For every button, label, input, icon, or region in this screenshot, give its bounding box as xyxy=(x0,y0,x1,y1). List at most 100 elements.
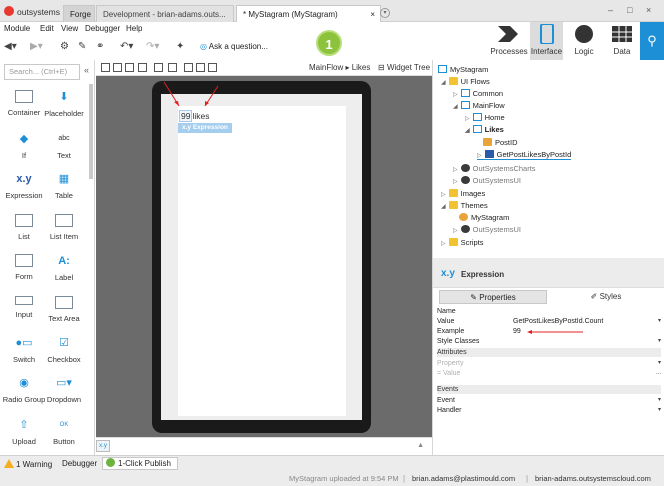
forward-icon[interactable]: ▶▾ xyxy=(30,41,43,52)
tree-os-charts[interactable]: ▷ OutSystemsCharts xyxy=(453,164,536,173)
tree-mainflow[interactable]: ◢ MainFlow xyxy=(453,101,505,110)
menu-help[interactable]: Help xyxy=(126,24,142,33)
widget-form[interactable]: Form xyxy=(2,252,46,281)
align-right-icon[interactable] xyxy=(208,63,217,72)
prop-row-attr-value[interactable]: = Value ... xyxy=(437,369,661,378)
expression-editor-button[interactable]: ... xyxy=(656,369,661,378)
tree-themes[interactable]: ◢ Themes xyxy=(441,201,488,210)
chevron-down-icon[interactable]: ▾ xyxy=(658,396,661,405)
expand-arrow-icon[interactable]: ◢ xyxy=(453,104,458,110)
widget-checkbox[interactable]: ☑ Checkbox xyxy=(42,334,86,364)
nav-processes[interactable]: Processes xyxy=(488,22,530,60)
tree-root[interactable]: MyStagram xyxy=(438,65,488,74)
image-icon[interactable] xyxy=(138,63,147,72)
settings-gear-icon[interactable]: ⚙ xyxy=(60,41,69,52)
back-icon[interactable]: ◀▾ xyxy=(4,41,17,52)
tree-likes[interactable]: ◢ Likes xyxy=(465,125,504,134)
expand-arrow-icon[interactable]: ▷ xyxy=(453,179,458,185)
menu-module[interactable]: Module xyxy=(4,24,30,33)
widget-button[interactable]: OK Button xyxy=(42,416,86,446)
search-icon[interactable]: ⚲ xyxy=(640,22,664,60)
widget-switch[interactable]: ●▭ Switch xyxy=(2,334,46,364)
prop-row-value[interactable]: Value GetPostLikesByPostId.Count ▾ xyxy=(437,317,661,326)
tab-forge[interactable]: Forge xyxy=(63,5,95,22)
expand-arrow-icon[interactable]: ◢ xyxy=(441,80,446,86)
prop-value-field[interactable]: GetPostLikesByPostId.Count xyxy=(513,317,603,326)
expand-arrow-icon[interactable]: ▷ xyxy=(441,192,446,198)
window-close-button[interactable]: × xyxy=(646,5,651,15)
publish-button[interactable]: 1 xyxy=(316,30,342,56)
tree-theme-mystagram[interactable]: MyStagram xyxy=(459,213,509,222)
tablet-preview-icon[interactable] xyxy=(113,63,122,72)
widget-upload[interactable]: ⇧ Upload xyxy=(2,416,46,446)
magic-icon[interactable]: ✦ xyxy=(176,41,184,52)
tree-os-ui[interactable]: ▷ OutSystemsUI xyxy=(453,176,521,185)
phone-preview-icon[interactable] xyxy=(101,63,110,72)
widget-input[interactable]: Input xyxy=(2,294,46,319)
tab-development[interactable]: Development - brian-adams.outs... xyxy=(96,5,234,22)
widget-expression[interactable]: x.y Expression xyxy=(2,170,46,200)
expand-arrow-icon[interactable]: ▷ xyxy=(465,116,470,122)
breadcrumb[interactable]: MainFlow ▸ Likes xyxy=(309,63,370,72)
ask-question-link[interactable]: ◎ Ask a question... xyxy=(200,42,268,51)
connect-icon[interactable]: ⚭ xyxy=(96,41,104,52)
screen-canvas[interactable]: 99 likes x.y Expression xyxy=(96,76,432,437)
widget-radio-group[interactable]: ◉ Radio Group xyxy=(2,374,46,404)
chevron-down-icon[interactable]: ▾ xyxy=(658,359,661,368)
widget-if[interactable]: ◆ If xyxy=(2,130,46,160)
restore-button[interactable]: □ xyxy=(627,5,632,15)
tree-ui-flows[interactable]: ◢ UI Flows xyxy=(441,77,490,86)
prop-row-style-classes[interactable]: Style Classes ▾ xyxy=(437,337,661,346)
desktop-preview-icon[interactable] xyxy=(125,63,134,72)
expand-arrow-icon[interactable]: ▷ xyxy=(477,153,482,159)
tree-images[interactable]: ▷ Images xyxy=(441,189,485,198)
debugger-tab[interactable]: Debugger xyxy=(62,459,97,468)
prop-row-name[interactable]: Name xyxy=(437,307,661,316)
chevron-down-icon[interactable]: ▾ xyxy=(658,337,661,346)
expand-arrow-icon[interactable]: ◢ xyxy=(441,204,446,210)
widget-list[interactable]: List xyxy=(2,212,46,241)
expand-arrow-icon[interactable]: ◢ xyxy=(465,128,470,134)
menu-edit[interactable]: Edit xyxy=(40,24,54,33)
tab-mystagram[interactable]: * MyStagram (MyStagram) × xyxy=(236,5,381,22)
tab-properties[interactable]: ✎ Properties xyxy=(439,290,547,304)
align-center-icon[interactable] xyxy=(196,63,205,72)
widget-text[interactable]: abc Text xyxy=(42,130,86,160)
chevron-down-icon[interactable]: ▾ xyxy=(658,406,661,415)
tab-styles[interactable]: ✐ Styles xyxy=(553,290,659,304)
screen-content[interactable]: 99 likes x.y Expression xyxy=(178,106,346,416)
tabs-dropdown-icon[interactable]: ▾ xyxy=(380,8,390,18)
close-tab-icon[interactable]: × xyxy=(370,6,375,23)
collapse-toolbox-icon[interactable]: « xyxy=(84,65,89,75)
prop-row-event[interactable]: Event ▾ xyxy=(437,396,661,405)
prop-row-handler[interactable]: Handler ▾ xyxy=(437,406,661,415)
tree-postid[interactable]: PostID xyxy=(483,138,518,147)
prop-example-field[interactable]: 99 xyxy=(513,327,521,336)
redo-icon[interactable]: ↷▾ xyxy=(146,41,159,52)
nav-data[interactable]: Data xyxy=(604,22,640,60)
nav-interface[interactable]: Interface xyxy=(530,22,563,60)
expand-arrow-icon[interactable]: ▷ xyxy=(453,92,458,98)
menu-view[interactable]: View xyxy=(61,24,78,33)
tree-scripts[interactable]: ▷ Scripts xyxy=(441,238,484,247)
one-click-publish-tab[interactable]: 1-Click Publish xyxy=(102,457,178,470)
widget-list-item[interactable]: List Item xyxy=(42,212,86,241)
prop-row-property[interactable]: Property ▾ xyxy=(437,359,661,368)
widget-dropdown[interactable]: ▭▾ Dropdown xyxy=(42,374,86,404)
widget-table[interactable]: ▦ Table xyxy=(42,170,86,200)
toolbox-scrollbar[interactable] xyxy=(89,84,93,179)
tree-theme-osui[interactable]: ▷ OutSystemsUI xyxy=(453,225,521,234)
chevron-down-icon[interactable]: ▾ xyxy=(658,317,661,326)
widget-label[interactable]: A: Label xyxy=(42,252,86,282)
warnings-tab[interactable]: 1 Warning xyxy=(4,459,52,469)
align-left-icon[interactable] xyxy=(184,63,193,72)
tree-home[interactable]: ▷ Home xyxy=(465,113,505,122)
toolbox-search-input[interactable]: Search... (Ctrl+E) xyxy=(4,64,80,80)
menu-debugger[interactable]: Debugger xyxy=(85,24,120,33)
selected-widget-chip[interactable]: x.y xyxy=(96,440,110,452)
expand-arrow-icon[interactable]: ▷ xyxy=(453,167,458,173)
keyboard-icon[interactable] xyxy=(154,63,163,72)
wrench-icon[interactable]: ✎ xyxy=(78,41,86,52)
tree-common[interactable]: ▷ Common xyxy=(453,89,503,98)
theme-icon[interactable] xyxy=(168,63,177,72)
